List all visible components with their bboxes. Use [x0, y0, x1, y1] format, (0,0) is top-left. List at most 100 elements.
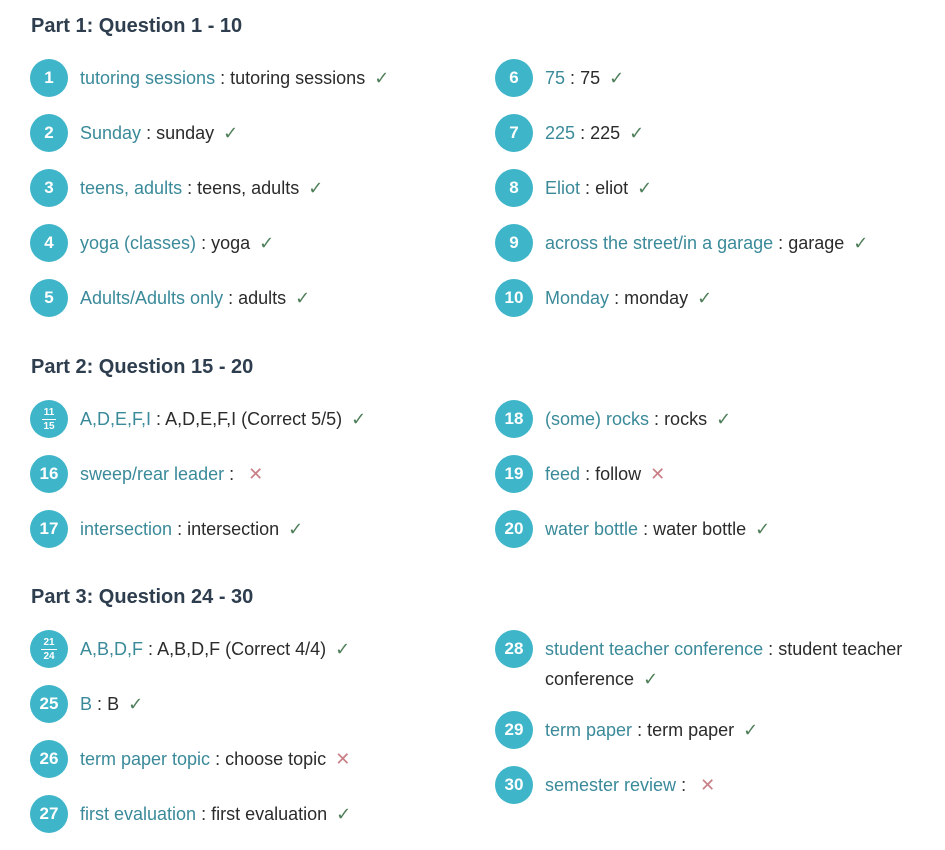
user-answer: monday: [624, 288, 689, 308]
answer-row: 10 Monday : monday ✓: [495, 279, 935, 317]
question-number-badge: 26: [30, 740, 68, 778]
question-number-badge: 29: [495, 711, 533, 749]
correct-answer: across the street/in a garage: [545, 233, 774, 253]
answer-row: 1 tutoring sessions : tutoring sessions ✓: [30, 59, 470, 97]
user-answer: rocks: [664, 409, 708, 429]
answer-separator: :: [778, 233, 784, 253]
answer-text: term paper : term paper ✓: [545, 711, 935, 749]
user-answer: 225: [590, 123, 621, 143]
question-number-badge: 28: [495, 630, 533, 668]
answer-separator: :: [148, 639, 154, 659]
question-range-start: 11: [41, 406, 57, 420]
part-3-right-column: 28 student teacher conference : student t…: [495, 630, 935, 821]
check-icon: ✓: [308, 178, 324, 198]
answer-text: A,B,D,F : A,B,D,F (Correct 4/4) ✓: [80, 630, 470, 668]
correct-answer: Sunday: [80, 123, 142, 143]
check-icon: ✓: [716, 409, 732, 429]
answer-separator: :: [156, 409, 162, 429]
question-range-end: 24: [43, 650, 55, 662]
answer-separator: :: [580, 123, 586, 143]
answer-row: 21 24 A,B,D,F : A,B,D,F (Correct 4/4) ✓: [30, 630, 470, 668]
check-icon: ✓: [697, 288, 713, 308]
user-answer: intersection: [187, 519, 280, 539]
answer-text: Sunday : sunday ✓: [80, 114, 470, 152]
question-range-end: 15: [43, 420, 55, 432]
part-2-right-column: 18 (some) rocks : rocks ✓ 19 feed : follow ✕ 2…: [495, 400, 935, 565]
question-number-badge: 1: [30, 59, 68, 97]
cross-icon: ✕: [335, 749, 351, 769]
answer-separator: :: [643, 519, 649, 539]
answer-text: A,D,E,F,I : A,D,E,F,I (Correct 5/5) ✓: [80, 400, 470, 438]
answer-row: 8 Eliot : eliot ✓: [495, 169, 935, 207]
check-icon: ✓: [853, 233, 869, 253]
answer-separator: :: [215, 749, 221, 769]
answer-text: (some) rocks : rocks ✓: [545, 400, 935, 438]
correct-answer: semester review: [545, 775, 677, 795]
check-icon: ✓: [295, 288, 311, 308]
user-answer: first evaluation: [211, 804, 328, 824]
answer-text: sweep/rear leader : ✕: [80, 455, 470, 493]
answer-text: 75 : 75 ✓: [545, 59, 935, 97]
correct-answer: yoga (classes): [80, 233, 197, 253]
answer-text: Adults/Adults only : adults ✓: [80, 279, 470, 317]
user-answer: B: [107, 694, 120, 714]
correct-answer: water bottle: [545, 519, 639, 539]
check-icon: ✓: [223, 123, 239, 143]
correct-answer: feed: [545, 464, 581, 484]
part-3-left-column: 21 24 A,B,D,F : A,B,D,F (Correct 4/4) ✓ 25 B …: [30, 630, 470, 850]
user-answer: sunday: [156, 123, 215, 143]
user-answer: yoga: [211, 233, 251, 253]
question-number-badge: 6: [495, 59, 533, 97]
question-number-badge: 7: [495, 114, 533, 152]
cross-icon: ✕: [650, 464, 666, 484]
check-icon: ✓: [743, 720, 759, 740]
correct-answer: teens, adults: [80, 178, 183, 198]
answer-text: tutoring sessions : tutoring sessions ✓: [80, 59, 470, 97]
correct-answer: Adults/Adults only: [80, 288, 224, 308]
check-icon: ✓: [609, 68, 625, 88]
question-number-badge: 20: [495, 510, 533, 548]
correct-answer: 225: [545, 123, 576, 143]
answer-row: 4 yoga (classes) : yoga ✓: [30, 224, 470, 262]
part-1-right-column: 6 75 : 75 ✓ 7 225 : 225 ✓ 8 Eliot : eliot ✓ 9 acro…: [495, 59, 935, 334]
answer-text: feed : follow ✕: [545, 455, 935, 493]
answer-row: 16 sweep/rear leader : ✕: [30, 455, 470, 493]
answer-text: across the street/in a garage : garage ✓: [545, 224, 935, 262]
check-icon: ✓: [335, 639, 351, 659]
answer-row: 29 term paper : term paper ✓: [495, 711, 935, 749]
answer-row: 7 225 : 225 ✓: [495, 114, 935, 152]
user-answer: 75: [580, 68, 601, 88]
user-answer: teens, adults: [197, 178, 300, 198]
answer-separator: :: [228, 288, 234, 308]
answer-row: 2 Sunday : sunday ✓: [30, 114, 470, 152]
part-2-title: Part 2: Question 15 - 20: [31, 356, 254, 378]
correct-answer: student teacher conference: [545, 639, 764, 659]
answer-separator: :: [614, 288, 620, 308]
user-answer: adults: [238, 288, 287, 308]
check-icon: ✓: [637, 178, 653, 198]
answer-row: 26 term paper topic : choose topic ✕: [30, 740, 470, 778]
answer-row: 17 intersection : intersection ✓: [30, 510, 470, 548]
answer-row: 19 feed : follow ✕: [495, 455, 935, 493]
correct-answer: sweep/rear leader: [80, 464, 225, 484]
check-icon: ✓: [128, 694, 144, 714]
correct-answer: A,D,E,F,I: [80, 409, 152, 429]
answer-row: 5 Adults/Adults only : adults ✓: [30, 279, 470, 317]
correct-answer: term paper topic: [80, 749, 211, 769]
answer-separator: :: [637, 720, 643, 740]
cross-icon: ✕: [700, 775, 716, 795]
answer-separator: :: [768, 639, 774, 659]
answer-separator: :: [146, 123, 152, 143]
user-answer: follow: [595, 464, 642, 484]
check-icon: ✓: [288, 519, 304, 539]
user-answer: tutoring sessions: [230, 68, 366, 88]
question-number-badge: 5: [30, 279, 68, 317]
answer-text: 225 : 225 ✓: [545, 114, 935, 152]
answer-separator: :: [97, 694, 103, 714]
check-icon: ✓: [336, 804, 352, 824]
correct-answer: B: [80, 694, 93, 714]
answer-text: Eliot : eliot ✓: [545, 169, 935, 207]
answer-row: 9 across the street/in a garage : garage ✓: [495, 224, 935, 262]
answer-row: 3 teens, adults : teens, adults ✓: [30, 169, 470, 207]
correct-answer: Monday: [545, 288, 610, 308]
